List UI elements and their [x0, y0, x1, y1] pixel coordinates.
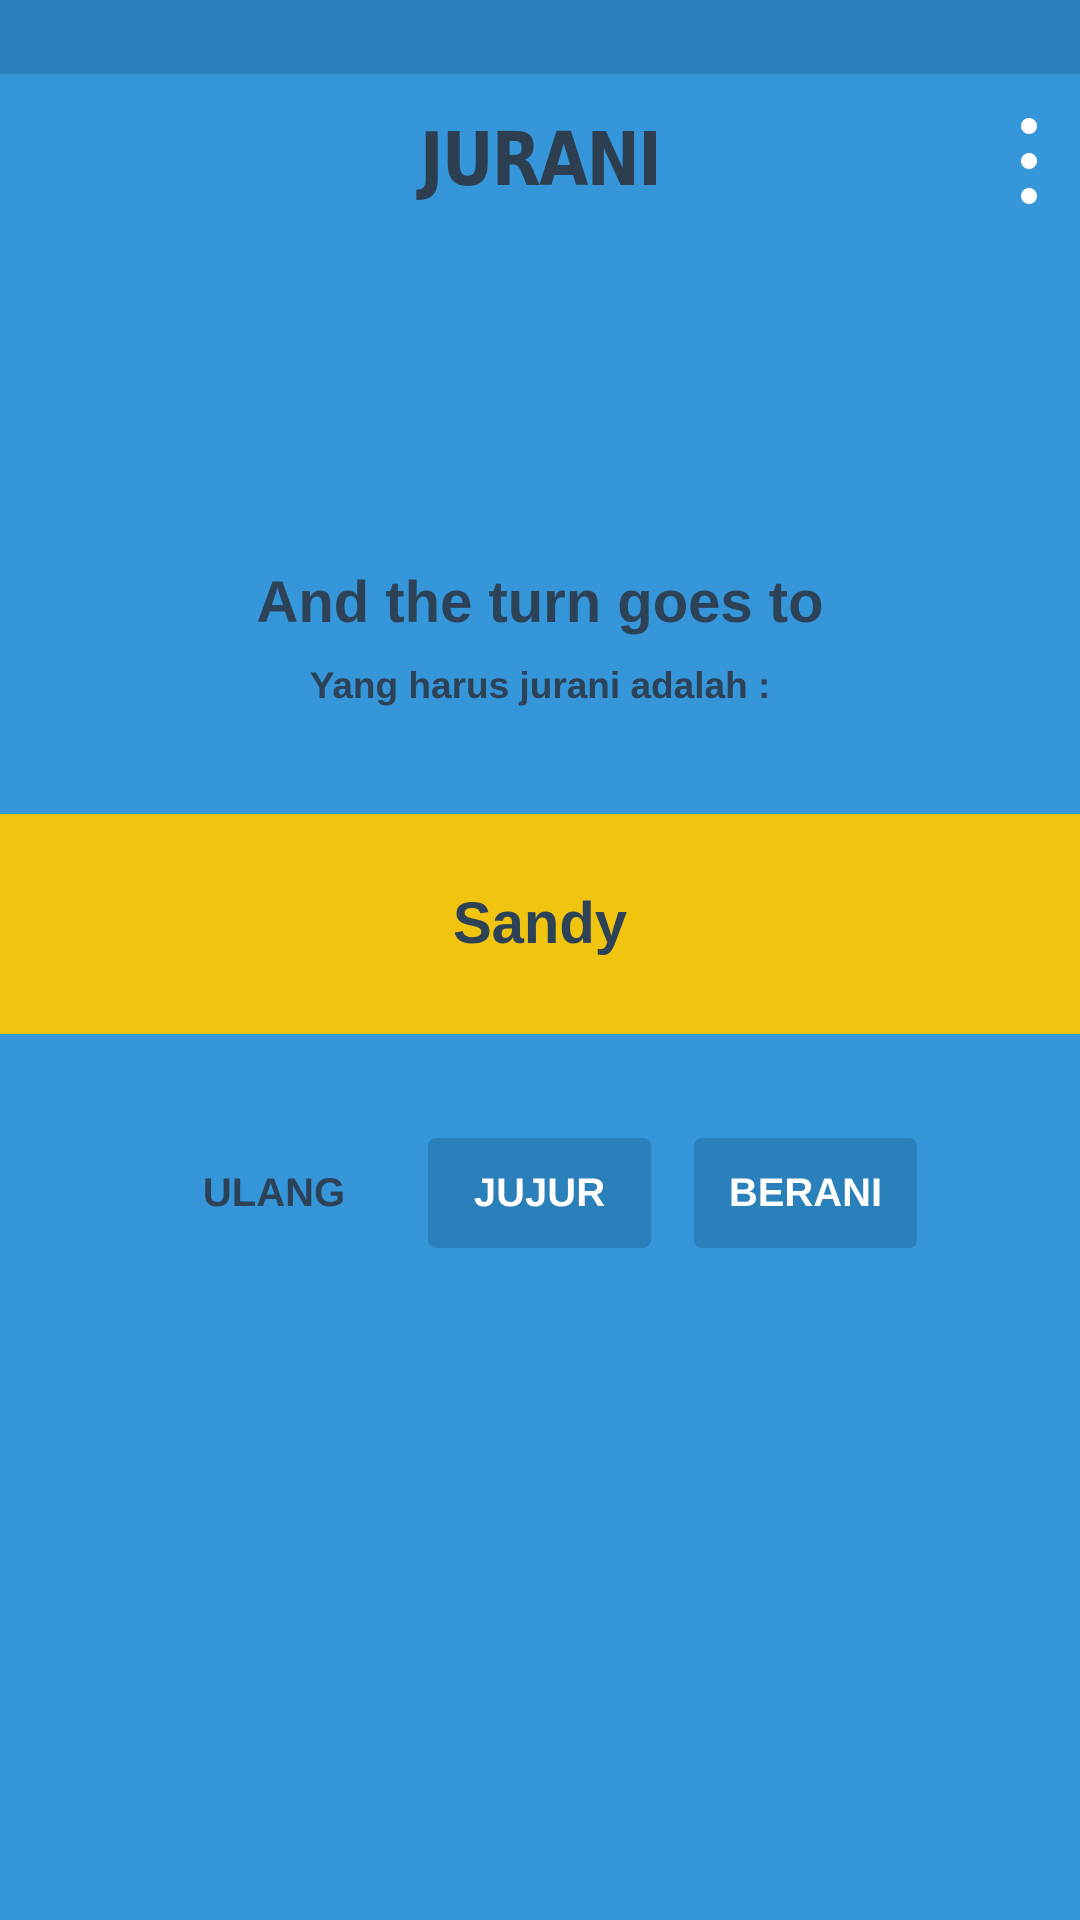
menu-dot	[1021, 188, 1037, 204]
turn-subtitle: Yang harus jurani adalah :	[309, 665, 771, 706]
berani-button[interactable]: BERANI	[694, 1138, 917, 1248]
menu-dot	[1021, 153, 1037, 169]
turn-headline: And the turn goes to	[256, 570, 824, 635]
jujur-button[interactable]: JUJUR	[428, 1138, 651, 1248]
player-banner: Sandy	[0, 814, 1080, 1034]
player-name: Sandy	[452, 891, 628, 956]
more-vert-icon[interactable]	[1004, 112, 1054, 210]
app-logo-title: JURANI	[419, 117, 662, 203]
menu-dot	[1021, 118, 1037, 134]
ulang-button[interactable]: ULANG	[160, 1138, 388, 1248]
action-row: ULANG JUJUR BERANI	[0, 1138, 1080, 1248]
status-bar	[0, 0, 1080, 74]
app-bar: JURANI	[0, 74, 1080, 244]
